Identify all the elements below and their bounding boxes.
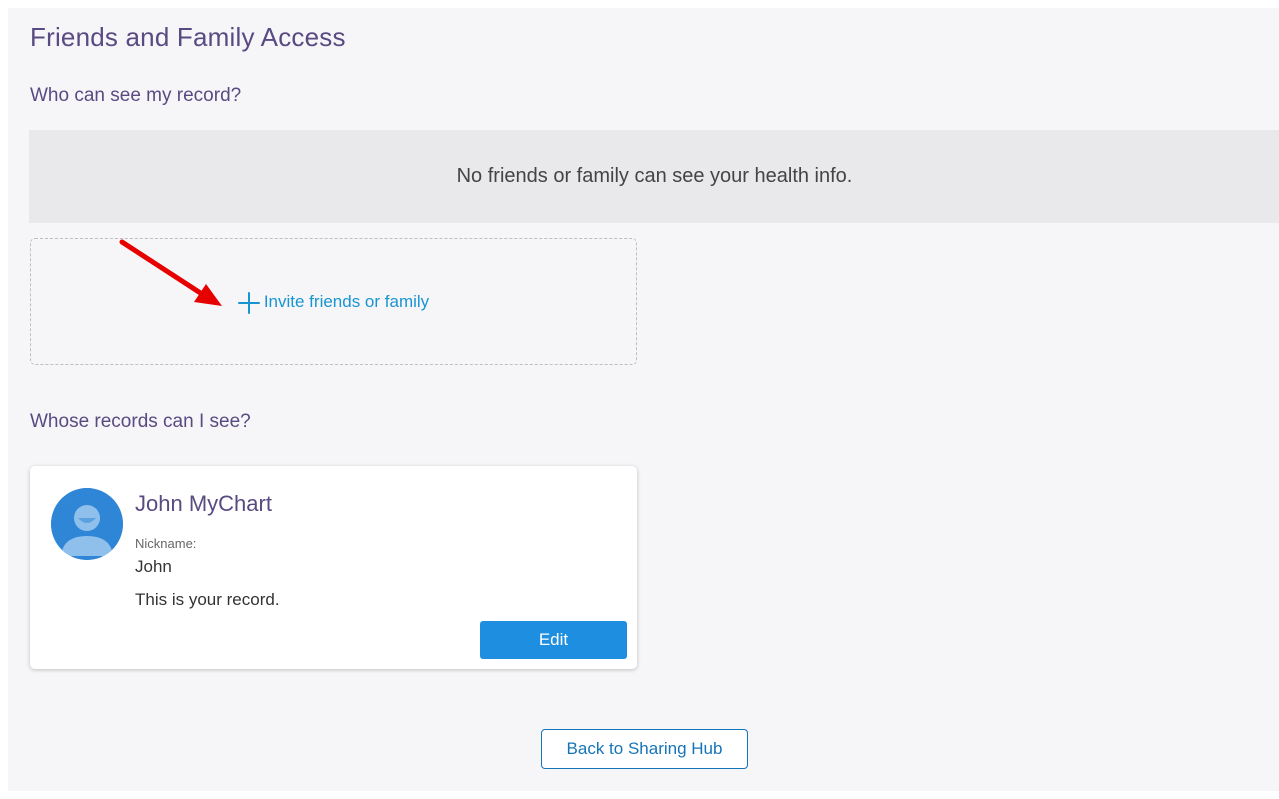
plus-icon [237,291,260,314]
invite-friends-link[interactable]: Invite friends or family [237,290,430,314]
no-access-banner: No friends or family can see your health… [29,130,1279,223]
who-can-see-heading: Who can see my record? [30,85,242,106]
nickname-value: John [135,557,172,576]
friends-family-access-page: Friends and Family Access Who can see my… [8,8,1279,791]
record-card: John MyChart Nickname: John This is your… [30,466,637,669]
invite-friends-label: Invite friends or family [263,291,430,311]
back-to-sharing-hub-button[interactable]: Back to Sharing Hub [541,729,748,769]
edit-button[interactable]: Edit [480,621,627,659]
person-avatar-icon [51,488,123,560]
record-owner-name[interactable]: John MyChart [135,491,272,517]
red-arrow-annotation [119,239,222,306]
no-access-message: No friends or family can see your health… [456,165,853,187]
page-title: Friends and Family Access [30,22,346,52]
nickname-label: Nickname: [135,536,197,551]
record-note: This is your record. [135,590,280,609]
whose-records-heading: Whose records can I see? [30,411,251,432]
